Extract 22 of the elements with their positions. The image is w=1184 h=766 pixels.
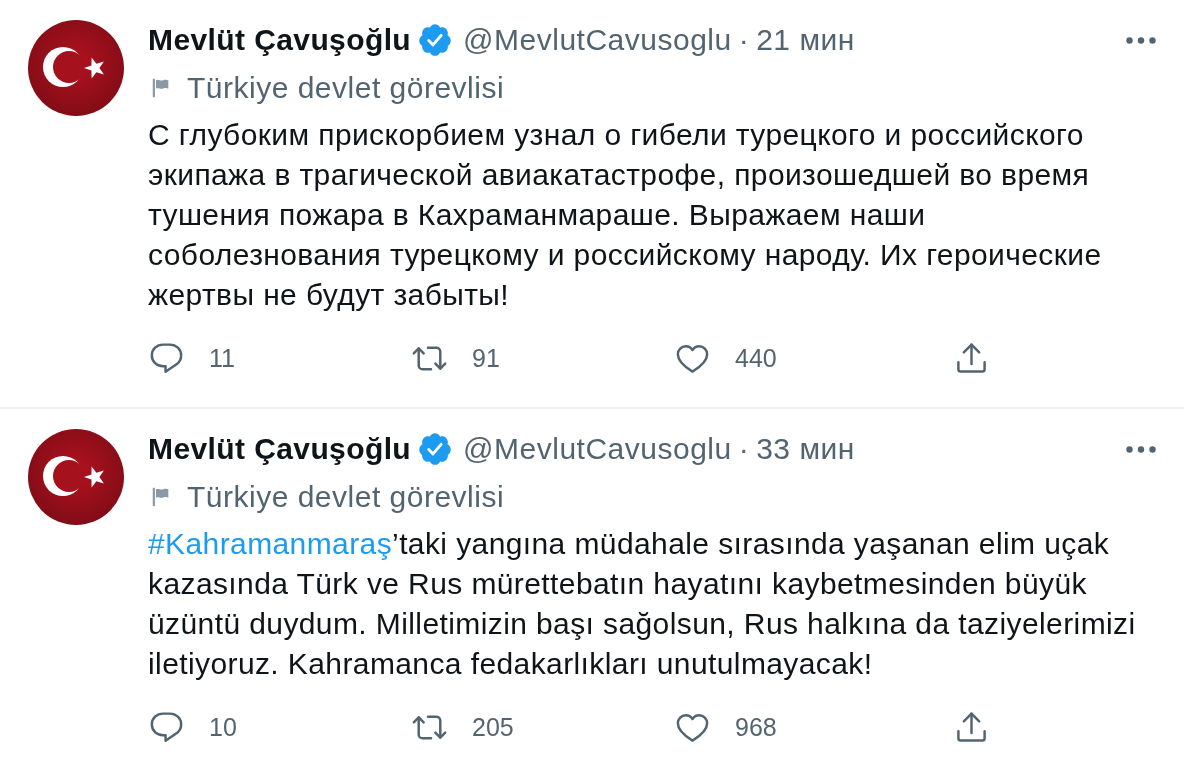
like-button[interactable]: 440 xyxy=(674,339,937,377)
timestamp[interactable]: 33 мин xyxy=(756,429,855,469)
account-label: Türkiye devlet görevlisi xyxy=(187,70,505,106)
tweet-text: #Kahramanmaraş’taki yangına müdahale sırasında yaşanan elim uçak kazasında Türk ve Rus mürettebatın hayatını kaybetmesinden büyük üzüntü duydum. Milletimizin başı sağolsun, Rus halkına da taziyelerimizi iletiyoruz. Kahramanca fedakarlıkları unutulmayacak! xyxy=(148,526,1137,682)
reply-button[interactable]: 10 xyxy=(148,708,411,746)
author-handle[interactable]: @MevlutCavusoglu xyxy=(463,429,732,469)
crescent-star-avatar-icon xyxy=(28,20,124,116)
timestamp[interactable]: 21 мин xyxy=(756,20,855,60)
retweet-button[interactable]: 205 xyxy=(411,708,674,746)
tweet-text: С глубоким прискорбием узнал о гибели турецкого и российского экипажа в трагической авиакатастрофе, произошедшей во время тушения пожара в Кахраманмараше. Выражаем наши соболезнования турецкому и российскому народу. Их героические жертвы не будут забыты! xyxy=(148,117,1103,313)
reply-button[interactable]: 11 xyxy=(148,339,411,377)
separator-dot: · xyxy=(738,431,750,467)
author-name: Mevlüt Çavuşoğlu xyxy=(148,431,412,467)
account-label: Türkiye devlet görevlisi xyxy=(187,479,505,515)
retweet-button[interactable]: 91 xyxy=(411,339,674,377)
author-handle[interactable]: @MevlutCavusoglu xyxy=(463,20,732,60)
author-name: Mevlüt Çavuşoğlu xyxy=(148,22,412,58)
crescent-star-avatar-icon xyxy=(28,429,124,525)
more-button[interactable] xyxy=(1126,445,1156,453)
like-button[interactable]: 968 xyxy=(674,708,937,746)
more-button[interactable] xyxy=(1126,36,1156,44)
separator-dot: · xyxy=(738,22,750,58)
